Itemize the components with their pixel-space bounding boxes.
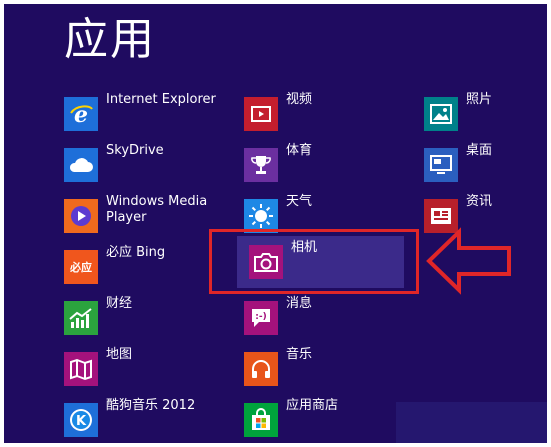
- start-screen-apps-view: 应用 e Internet Explorer SkyDrive Windows …: [4, 4, 547, 443]
- app-label: 财经: [106, 296, 133, 311]
- app-label: 酷狗音乐 2012: [106, 398, 196, 413]
- bing-icon: 必应: [64, 250, 98, 284]
- app-label: 音乐: [286, 347, 313, 362]
- app-label: 应用商店: [286, 398, 339, 413]
- app-photos[interactable]: 照片: [424, 92, 534, 136]
- desktop-icon: [424, 148, 458, 182]
- app-maps[interactable]: 地图: [64, 347, 224, 391]
- app-label: Internet Explorer: [106, 92, 216, 107]
- red-arrow-annotation: [426, 227, 511, 295]
- store-icon: [244, 403, 278, 437]
- app-label: 照片: [466, 92, 493, 107]
- app-label: 消息: [286, 296, 313, 311]
- app-store[interactable]: 应用商店: [244, 398, 384, 442]
- headphones-icon: [244, 352, 278, 386]
- app-music[interactable]: 音乐: [244, 347, 384, 391]
- media-player-icon: [64, 199, 98, 233]
- app-internet-explorer[interactable]: e Internet Explorer: [64, 92, 224, 136]
- map-icon: [64, 352, 98, 386]
- video-icon: [244, 97, 278, 131]
- app-label: 桌面: [466, 143, 493, 158]
- app-kugou-music[interactable]: K 酷狗音乐 2012: [64, 398, 224, 442]
- red-highlight-box: [209, 229, 419, 294]
- weather-sun-icon: [244, 199, 278, 233]
- internet-explorer-icon: e: [64, 97, 98, 131]
- svg-text:K: K: [76, 414, 87, 429]
- bottom-edge-overlay: [396, 402, 547, 443]
- svg-text::-): :-): [255, 312, 266, 322]
- photos-icon: [424, 97, 458, 131]
- app-label: Windows Media Player: [106, 194, 208, 225]
- app-label: 地图: [106, 347, 133, 362]
- app-label: 必应 Bing: [106, 245, 166, 260]
- messaging-icon: :-): [244, 301, 278, 335]
- kugou-music-icon: K: [64, 403, 98, 437]
- skydrive-cloud-icon: [64, 148, 98, 182]
- app-label: 视频: [286, 92, 313, 107]
- trophy-icon: [244, 148, 278, 182]
- app-bing[interactable]: 必应 必应 Bing: [64, 245, 224, 289]
- app-windows-media-player[interactable]: Windows Media Player: [64, 194, 224, 238]
- app-label: 资讯: [466, 194, 493, 209]
- finance-chart-icon: [64, 301, 98, 335]
- app-finance[interactable]: 财经: [64, 296, 224, 340]
- app-desktop[interactable]: 桌面: [424, 143, 534, 187]
- app-skydrive[interactable]: SkyDrive: [64, 143, 224, 187]
- app-label: 体育: [286, 143, 313, 158]
- app-messaging[interactable]: :-) 消息: [244, 296, 384, 340]
- page-title: 应用: [64, 14, 156, 65]
- app-video[interactable]: 视频: [244, 92, 384, 136]
- app-sports[interactable]: 体育: [244, 143, 384, 187]
- app-label: 天气: [286, 194, 313, 209]
- app-label: SkyDrive: [106, 143, 164, 158]
